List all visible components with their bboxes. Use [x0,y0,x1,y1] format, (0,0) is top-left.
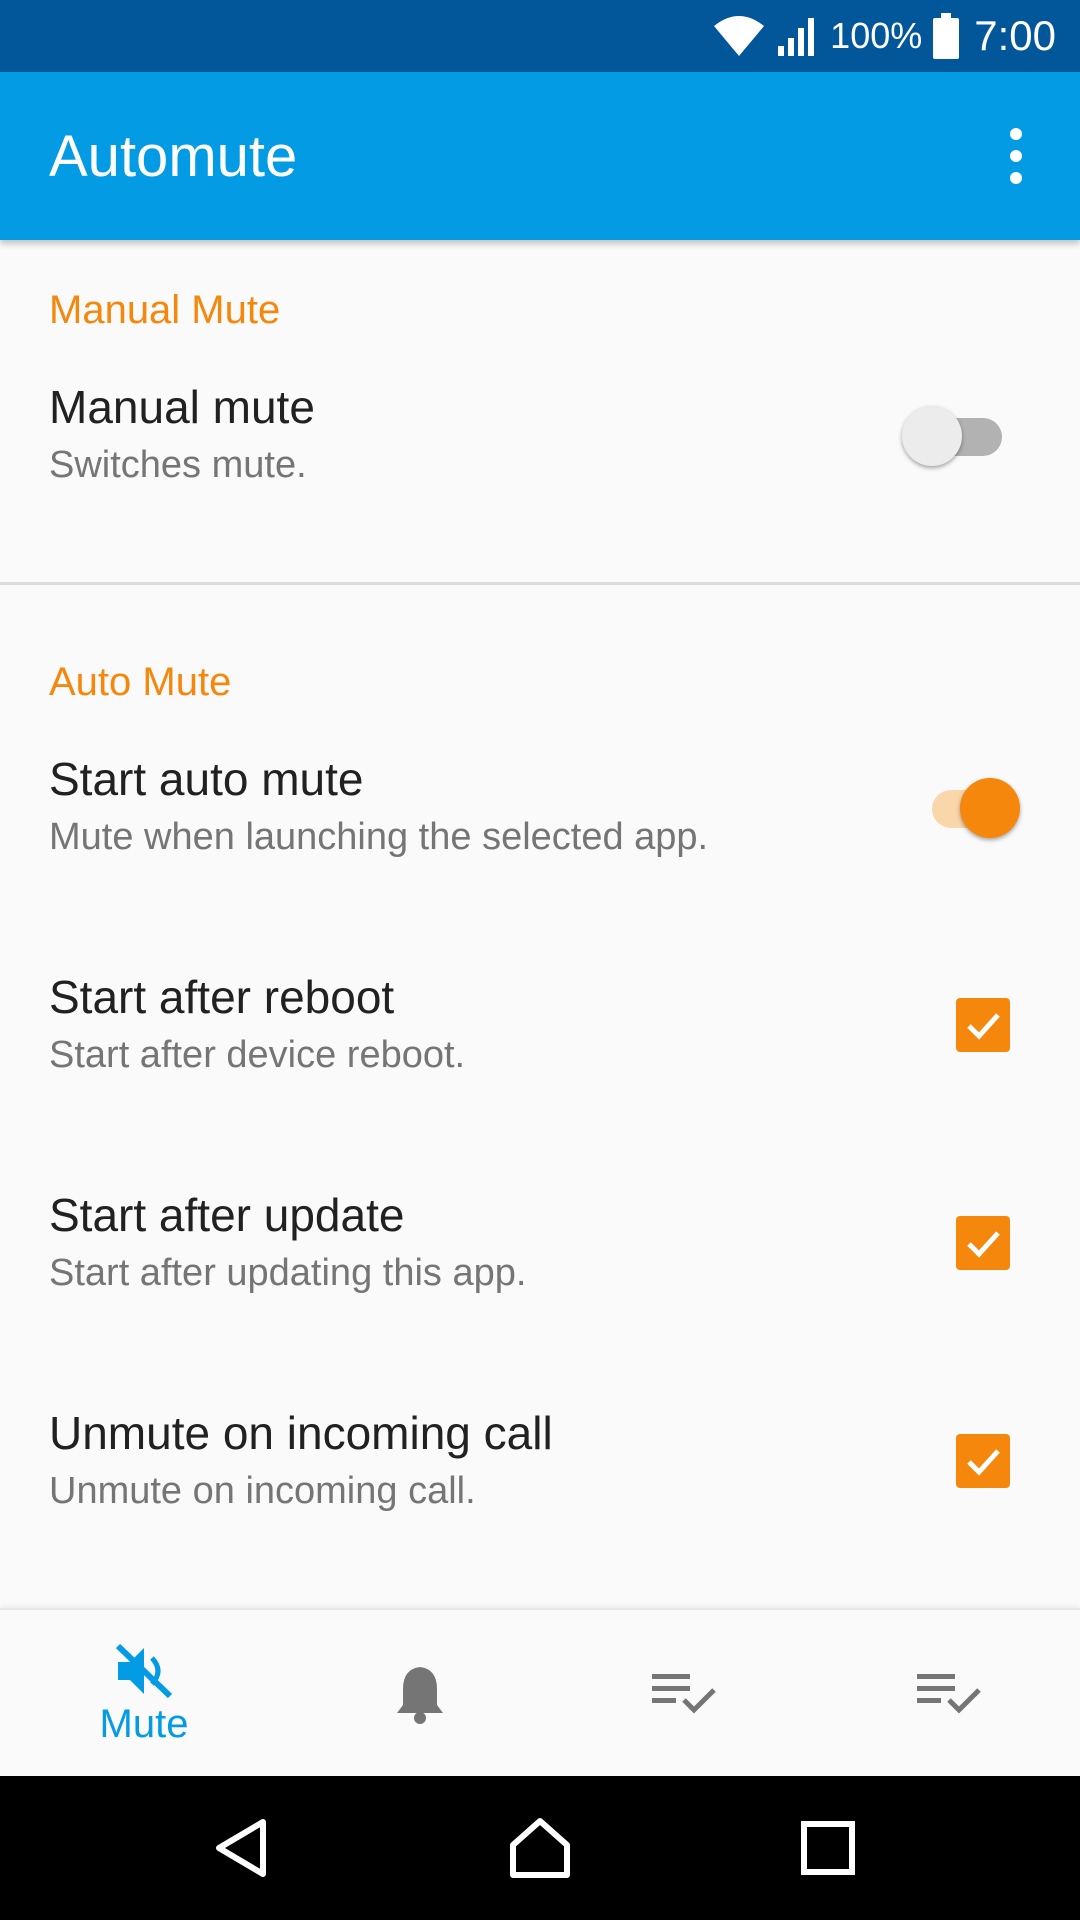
divider [0,582,1080,585]
start-after-update-checkbox[interactable] [956,1216,1010,1270]
cell-signal-icon [776,14,820,58]
section-header-manual-mute: Manual Mute [49,288,281,332]
pref-title: Start auto mute [49,753,364,805]
home-icon[interactable] [480,1776,600,1920]
pref-summary: Start after device reboot. [49,1034,466,1076]
nav-item-list-1[interactable] [549,1610,819,1778]
pref-unmute-on-incoming-call[interactable]: Unmute on incoming call Unmute on incomi… [0,1406,1080,1566]
start-after-reboot-checkbox[interactable] [956,998,1010,1052]
wifi-icon [712,14,766,58]
pref-start-auto-mute[interactable]: Start auto mute Mute when launching the … [0,752,1080,912]
app-title: Automute [49,123,298,189]
nav-item-mute[interactable]: Mute [9,1610,279,1778]
more-vert-icon[interactable] [992,116,1040,196]
playlist-check-icon [652,1674,716,1714]
pref-title: Start after reboot [49,971,395,1023]
settings-list: Manual Mute Manual mute Switches mute. A… [0,240,1080,1608]
battery-percent: 100% [830,15,923,56]
app-bar: Automute [0,72,1080,240]
screen: 100% 7:00 Automute Manual Mute Manual mu… [0,0,1080,1920]
pref-start-after-reboot[interactable]: Start after reboot Start after device re… [0,970,1080,1130]
check-icon [967,1231,1000,1258]
volume-off-icon [115,1643,173,1698]
clock: 7:00 [974,12,1056,59]
pref-summary: Switches mute. [49,444,307,486]
system-navigation-bar [0,1776,1080,1920]
manual-mute-switch[interactable] [902,406,1002,466]
nav-item-list-2[interactable] [814,1610,1080,1778]
nav-label-mute: Mute [99,1701,189,1746]
pref-start-after-update[interactable]: Start after update Start after updating … [0,1188,1080,1348]
pref-title: Start after update [49,1189,405,1241]
nav-item-notifications[interactable] [285,1610,555,1778]
recents-icon[interactable] [768,1776,888,1920]
battery-icon [932,13,960,59]
pref-summary: Start after updating this app. [49,1252,527,1294]
pref-manual-mute[interactable]: Manual mute Switches mute. [0,380,1080,540]
auto-mute-switch[interactable] [920,778,1020,838]
unmute-on-incoming-call-checkbox[interactable] [956,1434,1010,1488]
playlist-check-icon [917,1674,981,1714]
check-icon [967,1449,1000,1476]
pref-summary: Unmute on incoming call. [49,1470,476,1512]
section-header-auto-mute: Auto Mute [49,660,232,704]
pref-summary: Mute when launching the selected app. [49,816,709,858]
pref-title: Manual mute [49,381,315,433]
status-bar: 100% 7:00 [0,0,1080,72]
bottom-navigation: Mute [0,1608,1080,1776]
pref-title: Unmute on incoming call [49,1407,553,1459]
bell-icon [397,1667,443,1724]
check-icon [967,1013,1000,1040]
back-icon[interactable] [181,1776,301,1920]
